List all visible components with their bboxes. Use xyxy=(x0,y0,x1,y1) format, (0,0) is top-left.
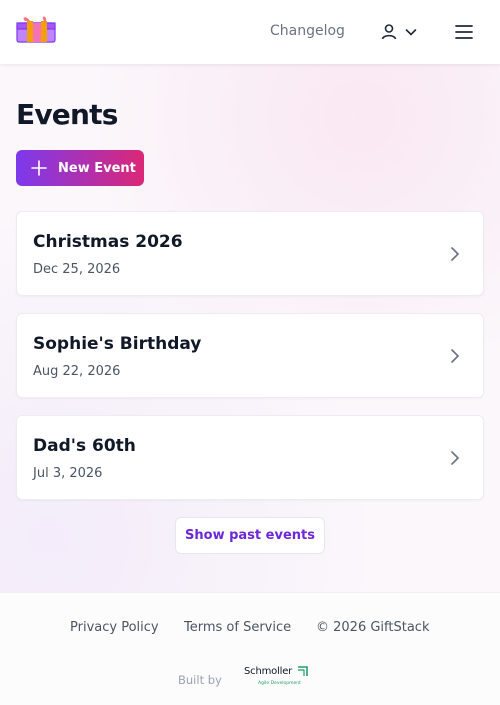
show-past-events-button[interactable]: Show past events xyxy=(175,517,325,554)
event-card-christmas[interactable]: Christmas 2026 Dec 25, 2026 xyxy=(16,211,484,296)
terms-of-service-link[interactable]: Terms of Service xyxy=(184,620,291,635)
privacy-policy-link[interactable]: Privacy Policy xyxy=(70,620,159,635)
app-header: Changelog xyxy=(0,0,500,64)
gift-icon[interactable] xyxy=(16,15,56,43)
page-title: Events xyxy=(16,98,118,131)
chevron-right-icon xyxy=(451,247,460,261)
event-name: Christmas 2026 xyxy=(33,232,183,252)
chevron-right-icon xyxy=(451,349,460,363)
maker-logo-tagline: Agile Development xyxy=(258,681,301,686)
event-card-dads-60th[interactable]: Dad's 60th Jul 3, 2026 xyxy=(16,415,484,500)
user-menu-button[interactable] xyxy=(380,22,420,42)
event-date: Aug 22, 2026 xyxy=(33,364,121,379)
plus-icon xyxy=(31,160,47,176)
event-date: Dec 25, 2026 xyxy=(33,262,121,277)
user-icon xyxy=(381,24,397,40)
built-by-label: Built by xyxy=(178,673,222,687)
event-date: Jul 3, 2026 xyxy=(33,466,103,481)
site-footer: Privacy Policy Terms of Service © 2026 G… xyxy=(0,592,500,705)
maker-logo-name[interactable]: Schmoller xyxy=(244,666,292,677)
copyright-text: © 2026 GiftStack xyxy=(316,620,430,635)
maker-logo-mark-icon xyxy=(298,666,308,676)
event-card-sophies-birthday[interactable]: Sophie's Birthday Aug 22, 2026 xyxy=(16,313,484,398)
event-name: Sophie's Birthday xyxy=(33,334,202,354)
changelog-link[interactable]: Changelog xyxy=(270,23,345,39)
new-event-button[interactable]: New Event xyxy=(16,150,144,186)
new-event-label: New Event xyxy=(58,160,136,176)
hamburger-menu-icon[interactable] xyxy=(454,22,474,42)
chevron-right-icon xyxy=(451,451,460,465)
events-main: Events New Event Christmas 2026 Dec 25, … xyxy=(0,64,500,592)
chevron-down-icon xyxy=(405,29,417,36)
event-name: Dad's 60th xyxy=(33,436,136,456)
